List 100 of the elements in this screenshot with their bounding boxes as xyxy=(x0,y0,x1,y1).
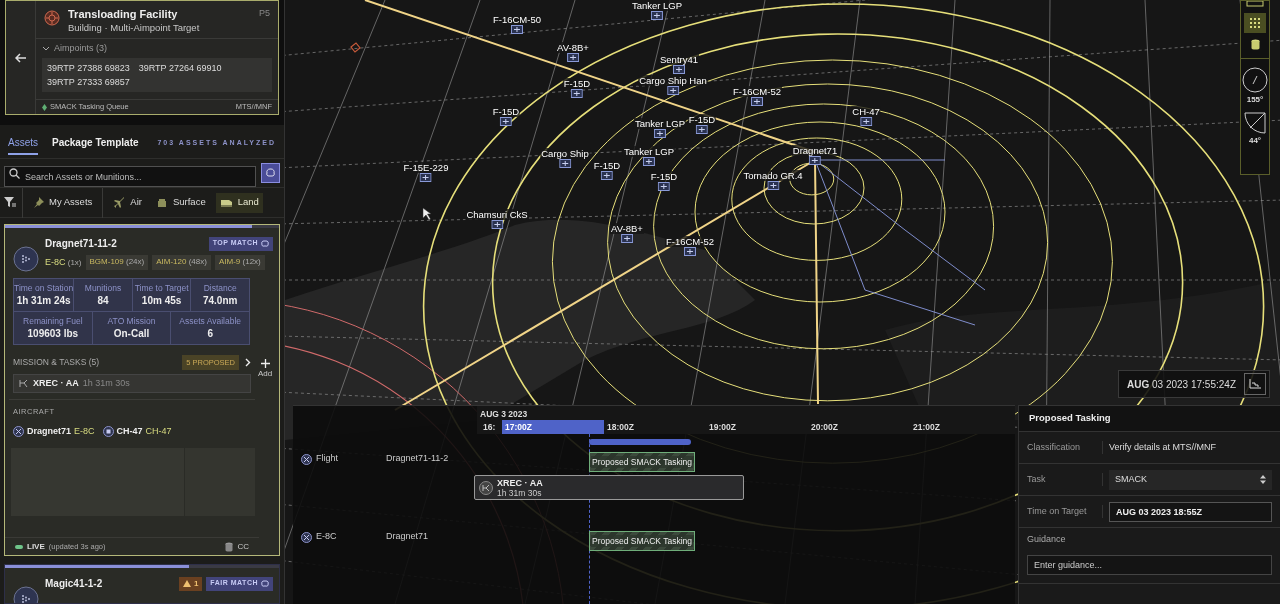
unit-avatar-icon xyxy=(13,246,39,272)
task-item[interactable]: XREC · AA 1h 31m 30s xyxy=(13,374,251,394)
time-tick[interactable]: 21:00Z xyxy=(910,420,1012,434)
plus-icon xyxy=(260,359,270,368)
map-label: F-15E-229 xyxy=(402,162,450,173)
unit-marker-icon[interactable] xyxy=(658,182,670,191)
unit-marker-icon[interactable] xyxy=(621,234,633,243)
aircraft-item[interactable]: Dragnet71 E-8C xyxy=(13,424,95,438)
time-on-target-field[interactable]: AUG 03 2023 18:55Z xyxy=(1109,501,1272,522)
target-subtitle: Building · Multi-Aimpoint Target xyxy=(68,21,201,34)
munition-tag: AIM-9 (12x) xyxy=(214,255,265,270)
unit-marker-icon[interactable] xyxy=(420,173,432,182)
map-label: F-15D xyxy=(491,106,521,117)
map-label: Cargo Ship Han xyxy=(638,75,708,86)
filter-button[interactable]: Surface xyxy=(151,192,210,213)
time-tick[interactable]: 20:00Z xyxy=(808,420,910,434)
time-tick[interactable]: 19:00Z xyxy=(706,420,808,434)
stat-value: 109603 lbs xyxy=(26,327,80,341)
asset-name: Dragnet71-11-2 xyxy=(386,452,449,466)
tab[interactable]: Package Template xyxy=(52,132,139,155)
filter-icon[interactable] xyxy=(4,197,16,208)
unit-marker-icon[interactable] xyxy=(500,117,512,126)
current-time: AUG 03 2023 17:55:24Z xyxy=(1126,377,1237,392)
aircraft-callsign: Dragnet71 xyxy=(27,424,71,438)
unit-marker-icon[interactable] xyxy=(684,247,696,256)
mission-bar[interactable]: XREC · AA 1h 31m 30s xyxy=(474,475,744,500)
filter-button[interactable]: Air xyxy=(109,192,146,213)
timeline-toggle-button[interactable] xyxy=(1244,373,1266,395)
stat-value: 10m 45s xyxy=(140,294,183,308)
database-icon[interactable] xyxy=(1250,39,1260,50)
guidance-field[interactable]: Enter guidance... xyxy=(1027,554,1272,575)
tilt-reading: 44° xyxy=(1248,135,1262,147)
unit-marker-icon[interactable] xyxy=(567,53,579,62)
heading-reading: 155° xyxy=(1246,94,1264,106)
grid-icon xyxy=(1250,18,1260,28)
stat-value: 84 xyxy=(96,294,110,308)
waypoint-icon[interactable] xyxy=(350,42,361,53)
filter-button[interactable]: Land xyxy=(215,192,263,213)
time-tick[interactable]: 17:00Z xyxy=(502,420,604,434)
proposed-task-bar[interactable]: Proposed SMACK Tasking xyxy=(589,531,695,551)
ai-search-button[interactable] xyxy=(261,163,280,184)
unit-marker-icon[interactable] xyxy=(559,159,571,168)
section-heading: MISSION & TASKS (5) xyxy=(13,356,100,369)
warning-badge: 1 xyxy=(178,576,203,591)
unit-marker-icon[interactable] xyxy=(601,171,613,180)
task-select[interactable]: SMACK xyxy=(1109,469,1272,490)
aircraft-icon xyxy=(13,425,24,437)
tilt-icon[interactable] xyxy=(1244,112,1266,134)
grid-button[interactable] xyxy=(1244,13,1266,33)
unit-marker-icon[interactable] xyxy=(767,181,779,190)
stat-label: ATO Mission xyxy=(106,315,157,327)
platform-tag: E-8C (1x) xyxy=(45,255,82,270)
unit-marker-icon[interactable] xyxy=(491,220,503,229)
stat-label: Distance xyxy=(202,282,238,294)
compass-icon[interactable] xyxy=(1242,67,1268,93)
layers-icon[interactable] xyxy=(1246,1,1264,7)
mission-duration: 1h 31m 30s xyxy=(497,487,543,498)
aimpoint-coordinate: 39RTP 27333 69857 xyxy=(47,75,130,89)
aircraft-type: CH-47 xyxy=(145,424,172,438)
asset-card[interactable] xyxy=(4,224,280,556)
task-name: XREC · AA xyxy=(33,377,79,390)
unit-marker-icon[interactable] xyxy=(673,65,685,74)
map-label: F-16CM-50 xyxy=(492,14,542,25)
tab[interactable]: Assets xyxy=(8,132,38,155)
map-label: Tornado GR.4 xyxy=(742,170,804,181)
proposed-task-bar[interactable]: Proposed SMACK Tasking xyxy=(589,452,695,472)
field-label: Classification xyxy=(1019,440,1103,455)
map-label: AV-8B+ xyxy=(610,223,644,234)
unit-marker-icon[interactable] xyxy=(696,125,708,134)
warning-icon xyxy=(182,580,191,587)
search-field[interactable]: Search Assets or Munitions... xyxy=(4,166,256,188)
plane-icon xyxy=(113,196,126,209)
chevron-right-icon[interactable] xyxy=(245,358,251,368)
map-label: Tanker LGP xyxy=(622,146,676,157)
aircraft-item[interactable]: CH-47 CH-47 xyxy=(102,424,172,438)
unit-marker-icon[interactable] xyxy=(860,117,872,126)
search-icon xyxy=(9,167,20,179)
time-tick[interactable]: 18:00Z xyxy=(604,420,706,434)
time-tick[interactable]: 16: xyxy=(480,420,502,434)
unit-marker-icon[interactable] xyxy=(643,157,655,166)
unit-marker-icon[interactable] xyxy=(667,86,679,95)
aimpoints-toggle[interactable]: Aimpoints (3) xyxy=(42,42,107,56)
unit-marker-icon[interactable] xyxy=(809,156,821,165)
target-title: Transloading Facility xyxy=(68,7,179,21)
map-label: Sentry41 xyxy=(659,54,699,65)
unit-marker-icon[interactable] xyxy=(651,11,663,20)
asset-name: Magic41-1-2 xyxy=(45,577,103,591)
unit-marker-icon[interactable] xyxy=(654,129,666,138)
vehicle-icon xyxy=(219,198,233,207)
unit-marker-icon[interactable] xyxy=(571,89,583,98)
add-button[interactable]: Add xyxy=(255,355,275,394)
field-value: Verify details at MTS//MNF xyxy=(1109,440,1217,454)
asset-type-label: Flight xyxy=(316,452,339,466)
back-arrow-icon xyxy=(14,52,27,63)
stat-label: Time to Target xyxy=(133,282,190,294)
stat-value: 6 xyxy=(206,327,214,341)
unit-marker-icon[interactable] xyxy=(511,25,523,34)
unit-marker-icon[interactable] xyxy=(751,97,763,106)
filter-button[interactable]: My Assets xyxy=(29,192,97,213)
map-label: F-15D xyxy=(562,78,592,89)
